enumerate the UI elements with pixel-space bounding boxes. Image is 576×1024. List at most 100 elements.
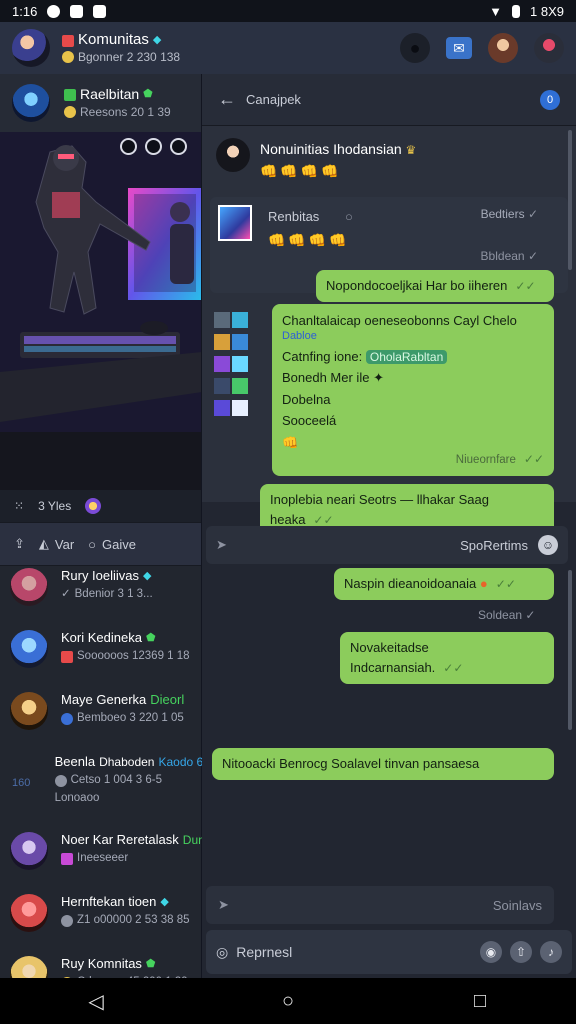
mail-icon[interactable]: ✉	[446, 37, 472, 59]
user-avatar-2[interactable]	[534, 33, 564, 63]
chat-header-title: Canajpek	[246, 92, 301, 107]
member-name: Noer Kar Reretalask	[61, 832, 179, 847]
flag-icon	[62, 34, 74, 47]
mention-chip[interactable]: OholaRabltan	[365, 349, 448, 364]
double-check-icon: ✓✓	[515, 279, 536, 293]
gaming-scene-illustration	[0, 132, 201, 490]
message-text: Novakeitadse Indcarnansiah.	[350, 640, 436, 676]
attachment-thumbnails	[214, 312, 254, 416]
community-subtitle: Bgonner 2 230 138	[78, 49, 181, 64]
thumbnail-row[interactable]	[214, 312, 254, 328]
profile-silhouette-icon[interactable]: ●	[400, 33, 430, 63]
chat-message-bubble[interactable]: Nitooacki Benrocg Soalavel tinvan pansae…	[212, 748, 554, 781]
thumbnail-row[interactable]	[214, 334, 254, 350]
left-toolbar-item-2[interactable]: ○ Gaive	[88, 537, 136, 552]
camera-icon[interactable]: ◉	[480, 941, 502, 963]
back-nav-icon[interactable]: ◁	[76, 981, 116, 1021]
badge-icon-1	[120, 138, 137, 155]
left-toolbar-item-2-label: Gaive	[102, 536, 136, 552]
member-name: Beenla	[54, 754, 96, 769]
chat-message-bubble[interactable]: Nopondocoeljkai Har bo iiheren ✓✓	[316, 270, 554, 303]
back-arrow-icon[interactable]: ←	[218, 89, 236, 110]
scrollbar-upper[interactable]	[568, 130, 572, 270]
user-avatar-1[interactable]	[488, 33, 518, 63]
thumbnail-row[interactable]	[214, 356, 254, 372]
attach-icon[interactable]: ➤	[216, 537, 227, 553]
green-tag-icon	[64, 88, 76, 101]
featured-banner-image[interactable]	[0, 132, 201, 490]
coin-icon	[62, 51, 74, 64]
message-line: Sooceelá	[282, 413, 337, 429]
member-meta: Z1 o00000 2 53 38 85	[77, 914, 190, 927]
member-meta: Bemboeo 3 220 1 05	[77, 712, 184, 725]
member-avatar	[10, 568, 48, 606]
game-mini-icon[interactable]	[85, 498, 102, 514]
home-icon[interactable]: ⇪	[14, 536, 25, 552]
shield-icon: ⬟	[143, 88, 153, 101]
community-avatar[interactable]	[12, 29, 50, 67]
battery-icon	[512, 4, 521, 18]
pinned-post[interactable]: Nonuinitias Ihodansian ♛ 👊👊👊👊	[202, 126, 576, 189]
thumbnail-row[interactable]	[214, 400, 254, 416]
post-emojis: 👊👊👊👊	[260, 163, 342, 180]
double-check-icon: ✓✓	[523, 452, 544, 467]
time-label-text: Soldean	[478, 608, 523, 622]
recents-nav-icon[interactable]: □	[460, 981, 500, 1021]
chat-header: ← Canajpek 0	[202, 74, 576, 126]
crown-icon: ♛	[405, 143, 417, 157]
member-name-suffix: Dhaboden	[99, 754, 155, 769]
member-item[interactable]: Noer Kar Reretalask Dunualenelive Ineese…	[0, 830, 259, 892]
home-nav-icon[interactable]: ○	[268, 981, 308, 1021]
thumbnail-row[interactable]	[214, 378, 254, 394]
left-panel: Raelbitan ⬟ Reesons 20 1 39 ⁙ 3 Yles ⇪ ◭…	[0, 74, 259, 994]
member-avatar	[10, 692, 48, 730]
sub-post-time-label: Bbldean	[480, 248, 525, 263]
message-notification-icon	[93, 4, 107, 18]
member-meta: Ineeseeer	[77, 852, 129, 865]
featured-header[interactable]: Raelbitan ⬟ Reesons 20 1 39	[0, 74, 201, 132]
members-icon: ⁙	[14, 499, 25, 513]
globe-icon	[61, 713, 73, 726]
compose-bar-mid[interactable]: ➤ SpoRertims ☺	[206, 526, 568, 564]
featured-meta: Reesons 20 1 39	[80, 105, 171, 120]
member-item[interactable]: Kori Kedineka ⬟ Soooooos 12369 1 18	[0, 628, 202, 690]
mic-icon[interactable]: ♪	[540, 941, 562, 963]
chat-message-bubble[interactable]: Naspin dieanoidoanaia ● ✓✓	[334, 568, 554, 601]
diamond-icon: ◆	[160, 895, 169, 908]
banner-badges	[120, 138, 187, 155]
member-item[interactable]: Maye Generka Dieorl Bemboeo 3 220 1 05	[0, 690, 202, 752]
message-input[interactable]: Reprnesl	[236, 944, 292, 960]
scrollbar-lower[interactable]	[568, 570, 572, 730]
sub-post-name: Renbitas	[268, 208, 320, 224]
chat-message-bubble-large[interactable]: Chanltalaicap oeneseobonns Cayl Chelo Da…	[272, 304, 554, 476]
member-item[interactable]: Rury Ioeliivas ◆ ✓ Bdenior 3 1 3...	[0, 566, 202, 628]
member-name: Rury Ioeliivas	[61, 568, 140, 583]
chat-message-bubble[interactable]: Novakeitadse Indcarnansiah. ✓✓	[340, 632, 554, 685]
shield-icon: ⬟	[145, 957, 156, 970]
chat-bubble-icon: ◭	[38, 536, 49, 551]
send-arrow-icon[interactable]: ➤	[218, 897, 229, 913]
message-text: Inoplebia neari Seotrs — llhakar Saag he…	[270, 492, 489, 528]
chat-header-badge[interactable]: 0	[540, 89, 560, 110]
check-icon: ✓	[525, 608, 536, 622]
left-toolbar-item-1[interactable]: ◭ Var	[39, 536, 74, 552]
compose-bar-low[interactable]: ➤ Soinlavs	[206, 886, 554, 924]
sticker-icon[interactable]: ◎	[216, 944, 228, 961]
post-author-name: Nonuinitias Ihodansian	[260, 141, 402, 157]
app-notification-icon	[70, 4, 84, 18]
member-item[interactable]: Beenla Dhaboden Kaodo 6 12 Cetso 1 004 3 6…	[0, 752, 220, 830]
member-avatar	[10, 894, 48, 932]
member-list: Rury Ioeliivas ◆ ✓ Bdenior 3 1 3... Kori K…	[0, 566, 259, 1016]
message-input-bar[interactable]: ◎ Reprnesl ◉ ⇧ ♪	[206, 930, 572, 974]
double-check-icon: ✓✓	[443, 661, 464, 676]
emoji-icon[interactable]: ☺	[538, 535, 558, 555]
member-item[interactable]: Hernftekan tioen ◆ Z1 o00000 2 53 38 85	[0, 892, 202, 954]
featured-avatar[interactable]	[12, 84, 50, 122]
upload-icon[interactable]: ⇧	[510, 941, 532, 963]
compose-low-label: Soinlavs	[492, 897, 542, 913]
left-toolbar: ⇪ ◭ Var ○ Gaive	[0, 522, 201, 566]
message-line: Chanltalaicap oeneseobonns Cayl Chelo	[282, 313, 517, 328]
check-icon: ✓	[527, 248, 538, 263]
community-title-block[interactable]: Komunitas ◆ Bgonner 2 230 138	[62, 31, 180, 65]
member-meta: Cetso 1 004 3 6-5	[70, 774, 163, 787]
